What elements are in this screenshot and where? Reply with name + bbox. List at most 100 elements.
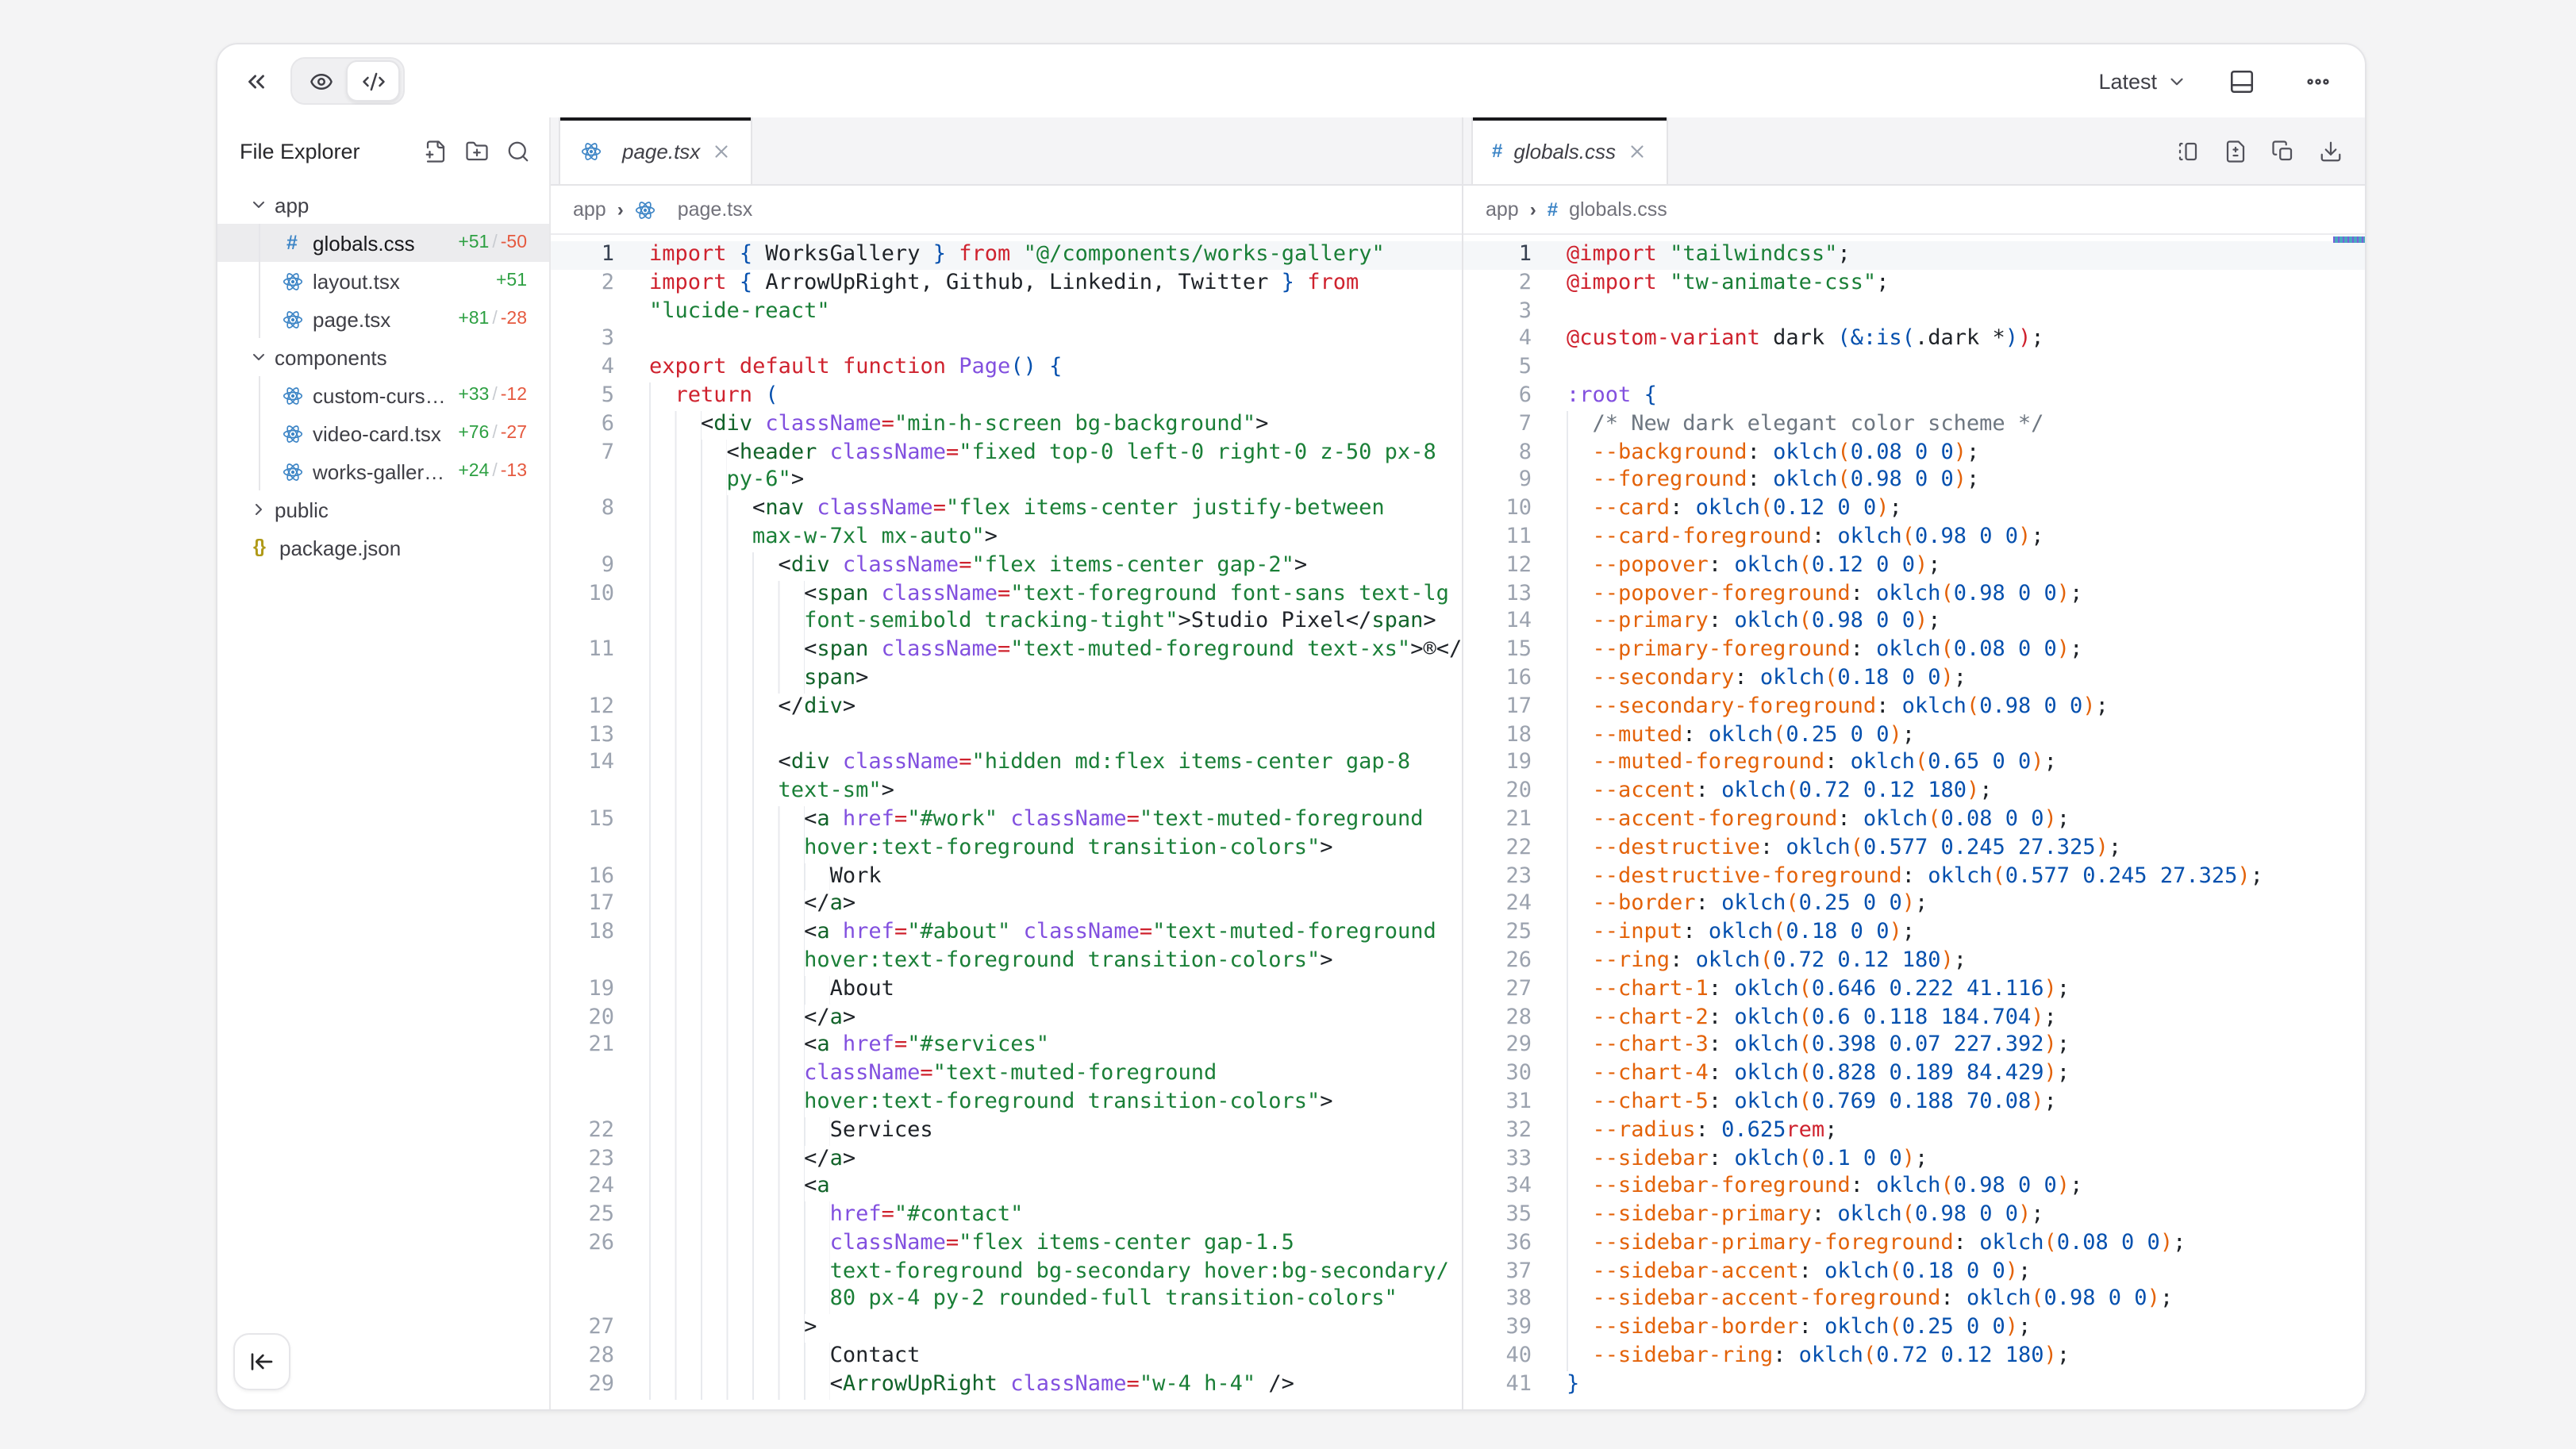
tree-file-package.json[interactable]: {}package.json [217,528,549,567]
code-row: max-w-7xl mx-auto"> [551,524,1462,552]
code-line: --sidebar-primary-foreground: oklch(0.08… [1532,1230,2186,1259]
code-line: @import "tw-animate-css"; [1532,270,1889,298]
line-number: 8 [1463,439,1532,467]
tab-label: globals.css [1513,139,1616,163]
code-row: 17</a> [551,891,1462,920]
version-label: Latest [2098,69,2157,93]
indent-guides [1567,1315,1593,1343]
line-number: 26 [1463,947,1532,976]
code-toggle-button[interactable] [346,60,400,102]
line-number: 20 [551,1004,614,1032]
code-row: 25href="#contact" [551,1201,1462,1230]
react-file-icon [281,271,303,291]
code-line: --sidebar: oklch(0.1 0 0); [1532,1145,1928,1174]
preview-toggle-button[interactable] [295,62,346,100]
line-number [551,1089,614,1117]
collapse-panel-button[interactable] [233,59,278,103]
indent-guides [1567,1230,1593,1259]
version-dropdown[interactable]: Latest [2098,69,2187,93]
close-tab-icon[interactable] [1627,140,1647,161]
indent-guides [1567,919,1593,947]
code-line: import { ArrowUpRight, Github, Linkedin,… [614,270,1359,298]
code-row: 23--destructive-foreground: oklch(0.577 … [1463,863,2365,891]
indent-guides [649,411,701,440]
diff-stats: +51 [496,271,549,290]
code-row: span> [551,665,1462,694]
code-row: 14<div className="hidden md:flex items-c… [551,750,1462,778]
panel-bottom-button[interactable] [2219,59,2263,103]
indent-guides [649,495,752,524]
code-line: /* New dark elegant color scheme */ [1532,411,2043,440]
download-button[interactable] [2319,139,2343,163]
code-row: 38--sidebar-accent-foreground: oklch(0.9… [1463,1286,2365,1315]
code-row: 27> [551,1315,1462,1343]
tree-item-label: works-galler… [313,459,444,483]
tree-file-works-galler[interactable]: works-galler…+24/-13 [217,452,549,490]
search-files-button[interactable] [506,140,530,163]
tree-file-custom-curs[interactable]: custom-curs…+33/-12 [217,376,549,414]
tree-folder-components[interactable]: components [217,338,549,376]
tree-item-label: components [275,345,387,369]
tree-item-label: custom-curs… [313,383,446,407]
code-line: <a href="#work" className="text-muted-fo… [614,806,1424,835]
code-editor-page-tsx[interactable]: 1import { WorksGallery } from "@/compone… [551,235,1462,1409]
line-number: 36 [1463,1230,1532,1259]
line-number: 35 [1463,1201,1532,1230]
tab-globals-css[interactable]: # globals.css [1471,117,1668,184]
copy-button[interactable] [2271,139,2295,163]
indent-guides [649,834,804,863]
tree-item-label: package.json [279,536,401,559]
line-number: 40 [1463,1343,1532,1371]
chevron-down-icon [249,348,268,367]
code-row: 12</div> [551,694,1462,722]
indent-guides [649,524,752,552]
split-view-button[interactable] [2176,139,2200,163]
indent-guides [1567,636,1593,665]
tree-file-video-card.tsx[interactable]: video-card.tsx+76/-27 [217,414,549,452]
right-pane-actions [2176,117,2365,184]
indent-guides [649,721,779,750]
more-options-button[interactable] [2295,59,2340,103]
horizontal-scrollbar[interactable] [2333,236,2365,243]
code-row: 15<a href="#work" className="text-muted-… [551,806,1462,835]
new-folder-button[interactable] [465,140,489,163]
code-line: --chart-2: oklch(0.6 0.118 184.704); [1532,1004,2057,1032]
indent-guides [649,382,675,411]
indent-guides [649,1032,804,1061]
collapse-sidebar-button[interactable] [233,1333,290,1390]
tab-page-tsx[interactable]: page.tsx [559,117,752,184]
tree-file-globals.css[interactable]: #globals.css+51/-50 [217,224,549,262]
line-number [551,1060,614,1089]
close-tab-icon[interactable] [711,140,732,161]
indent-guides [1567,834,1593,863]
code-row: 12--popover: oklch(0.12 0 0); [1463,552,2365,581]
tree-folder-app[interactable]: app [217,186,549,224]
line-number: 7 [1463,411,1532,440]
code-line [1532,298,1567,326]
code-row: 5 [1463,354,2365,382]
file-diff-button[interactable] [2224,139,2247,163]
indent-guides [1567,439,1593,467]
new-file-button[interactable] [424,140,448,163]
indent-guides [649,975,830,1004]
tree-file-page.tsx[interactable]: page.tsx+81/-28 [217,300,549,338]
code-row: hover:text-foreground transition-colors"… [551,834,1462,863]
line-number: 18 [1463,721,1532,750]
code-line: --background: oklch(0.08 0 0); [1532,439,1979,467]
file-explorer-title: File Explorer [240,140,360,163]
tree-folder-public[interactable]: public [217,490,549,528]
line-number: 26 [551,1230,614,1259]
code-row: 80 px-4 py-2 rounded-full transition-col… [551,1286,1462,1315]
tree-file-layout.tsx[interactable]: layout.tsx+51 [217,262,549,300]
indent-guides [649,919,804,947]
code-line: className="text-muted-foreground [614,1060,1217,1089]
indent-guides [649,694,779,722]
panel-bottom-icon [2228,67,2255,94]
line-number: 22 [1463,834,1532,863]
code-row: 18<a href="#about" className="text-muted… [551,919,1462,947]
code-row: 10--card: oklch(0.12 0 0); [1463,495,2365,524]
indent-guides [649,1343,830,1371]
line-number: 38 [1463,1286,1532,1315]
code-editor-globals-css[interactable]: 1@import "tailwindcss";2@import "tw-anim… [1463,235,2365,1409]
line-number: 23 [551,1145,614,1174]
